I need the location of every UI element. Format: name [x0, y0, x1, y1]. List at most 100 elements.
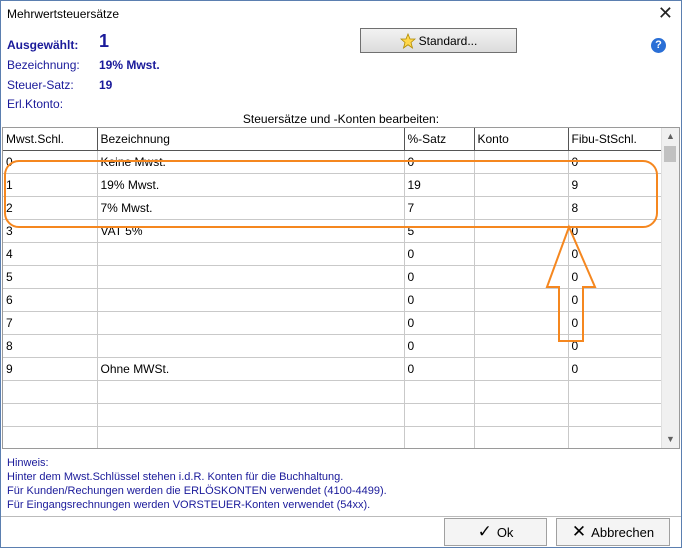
scroll-up-icon[interactable]: ▲ [662, 128, 679, 145]
cell-fibu[interactable]: 0 [568, 311, 663, 335]
col-header-account[interactable]: Konto [474, 128, 569, 151]
table-header: Mwst.Schl. Bezeichnung %-Satz Konto Fibu… [3, 128, 663, 151]
table-row[interactable]: 7 0 0 [3, 311, 663, 335]
cell-key[interactable]: 5 [3, 265, 98, 289]
cell-fibu[interactable]: 0 [568, 242, 663, 266]
table-row[interactable]: 3 VAT 5% 5 0 [3, 219, 663, 243]
cell-account[interactable] [474, 288, 569, 312]
cell-key[interactable]: 8 [3, 334, 98, 358]
cell-fibu[interactable] [568, 403, 663, 427]
cell-rate[interactable]: 0 [404, 242, 475, 266]
scroll-down-icon[interactable]: ▼ [662, 431, 679, 448]
close-icon[interactable]: ✕ [658, 3, 673, 24]
cell-key[interactable]: 0 [3, 150, 98, 174]
cell-name[interactable] [97, 334, 405, 358]
help-icon[interactable]: ? [651, 38, 666, 53]
cell-rate[interactable] [404, 380, 475, 404]
col-header-name[interactable]: Bezeichnung [97, 128, 405, 151]
cell-rate[interactable]: 0 [404, 357, 475, 381]
cell-fibu[interactable]: 0 [568, 288, 663, 312]
cell-fibu[interactable]: 0 [568, 334, 663, 358]
cell-key[interactable] [3, 426, 98, 448]
standard-button[interactable]: Standard... [360, 28, 517, 53]
cell-account[interactable] [474, 242, 569, 266]
cell-key[interactable]: 3 [3, 219, 98, 243]
cell-rate[interactable]: 0 [404, 334, 475, 358]
rate-value: 19 [99, 78, 113, 92]
cell-key[interactable] [3, 403, 98, 427]
cell-account[interactable] [474, 219, 569, 243]
cell-account[interactable] [474, 334, 569, 358]
cell-fibu[interactable]: 0 [568, 357, 663, 381]
table-row[interactable]: 8 0 0 [3, 334, 663, 358]
table-row[interactable]: 9 Ohne MWSt. 0 0 [3, 357, 663, 381]
cell-name[interactable]: 7% Mwst. [97, 196, 405, 220]
hint-line: Für Kunden/Rechungen werden die ERLÖSKON… [7, 485, 387, 497]
cell-name[interactable] [97, 426, 405, 448]
table-row[interactable]: 5 0 0 [3, 265, 663, 289]
cell-account[interactable] [474, 196, 569, 220]
cell-rate[interactable]: 0 [404, 265, 475, 289]
cell-rate[interactable]: 19 [404, 173, 475, 197]
cell-name[interactable] [97, 288, 405, 312]
cell-rate[interactable]: 0 [404, 288, 475, 312]
cell-name[interactable] [97, 403, 405, 427]
cell-account[interactable] [474, 311, 569, 335]
window-title: Mehrwertsteuersätze [7, 7, 120, 21]
col-header-key[interactable]: Mwst.Schl. [3, 128, 98, 151]
ok-button[interactable]: ✓ Ok [444, 518, 547, 546]
cell-name[interactable] [97, 380, 405, 404]
cell-key[interactable]: 1 [3, 173, 98, 197]
cell-name[interactable]: Keine Mwst. [97, 150, 405, 174]
table-row[interactable]: 2 7% Mwst. 7 8 [3, 196, 663, 220]
cell-key[interactable]: 4 [3, 242, 98, 266]
cell-account[interactable] [474, 357, 569, 381]
cell-rate[interactable]: 5 [404, 219, 475, 243]
cell-fibu[interactable]: 0 [568, 265, 663, 289]
cell-key[interactable]: 9 [3, 357, 98, 381]
cell-key[interactable]: 2 [3, 196, 98, 220]
cell-name[interactable]: VAT 5% [97, 219, 405, 243]
hint-line: Hinweis: [7, 457, 49, 469]
cell-rate[interactable] [404, 403, 475, 427]
cell-name[interactable]: 19% Mwst. [97, 173, 405, 197]
table-row[interactable]: 4 0 0 [3, 242, 663, 266]
scroll-thumb[interactable] [664, 146, 676, 162]
col-header-fibu[interactable]: Fibu-StSchl. [568, 128, 663, 151]
table-row[interactable]: 6 0 0 [3, 288, 663, 312]
vertical-scrollbar[interactable]: ▲ ▼ [661, 128, 679, 448]
col-header-rate[interactable]: %-Satz [404, 128, 475, 151]
cell-account[interactable] [474, 403, 569, 427]
cell-name[interactable] [97, 242, 405, 266]
cell-name[interactable]: Ohne MWSt. [97, 357, 405, 381]
cell-fibu[interactable]: 9 [568, 173, 663, 197]
cell-key[interactable]: 7 [3, 311, 98, 335]
vat-rates-dialog: Mehrwertsteuersätze ✕ Ausgewählt: 1 Beze… [0, 0, 682, 548]
cell-name[interactable] [97, 311, 405, 335]
cell-rate[interactable] [404, 426, 475, 448]
table-row[interactable]: 1 19% Mwst. 19 9 [3, 173, 663, 197]
table-row[interactable] [3, 426, 663, 448]
cell-fibu[interactable]: 0 [568, 219, 663, 243]
cell-fibu[interactable]: 0 [568, 150, 663, 174]
cell-key[interactable] [3, 380, 98, 404]
table-row[interactable]: 0 Keine Mwst. 0 0 [3, 150, 663, 174]
table-row[interactable] [3, 403, 663, 427]
title-bar: Mehrwertsteuersätze ✕ [1, 1, 681, 29]
cell-account[interactable] [474, 173, 569, 197]
cell-account[interactable] [474, 150, 569, 174]
cell-key[interactable]: 6 [3, 288, 98, 312]
cell-name[interactable] [97, 265, 405, 289]
cell-fibu[interactable]: 8 [568, 196, 663, 220]
cell-rate[interactable]: 7 [404, 196, 475, 220]
cell-fibu[interactable] [568, 426, 663, 448]
cell-rate[interactable]: 0 [404, 311, 475, 335]
cell-account[interactable] [474, 265, 569, 289]
cancel-button[interactable]: ✕ Abbrechen [556, 518, 670, 546]
cell-fibu[interactable] [568, 380, 663, 404]
cell-account[interactable] [474, 380, 569, 404]
hint-line: Hinter dem Mwst.Schlüssel stehen i.d.R. … [7, 471, 344, 483]
cell-account[interactable] [474, 426, 569, 448]
cell-rate[interactable]: 0 [404, 150, 475, 174]
table-row[interactable] [3, 380, 663, 404]
